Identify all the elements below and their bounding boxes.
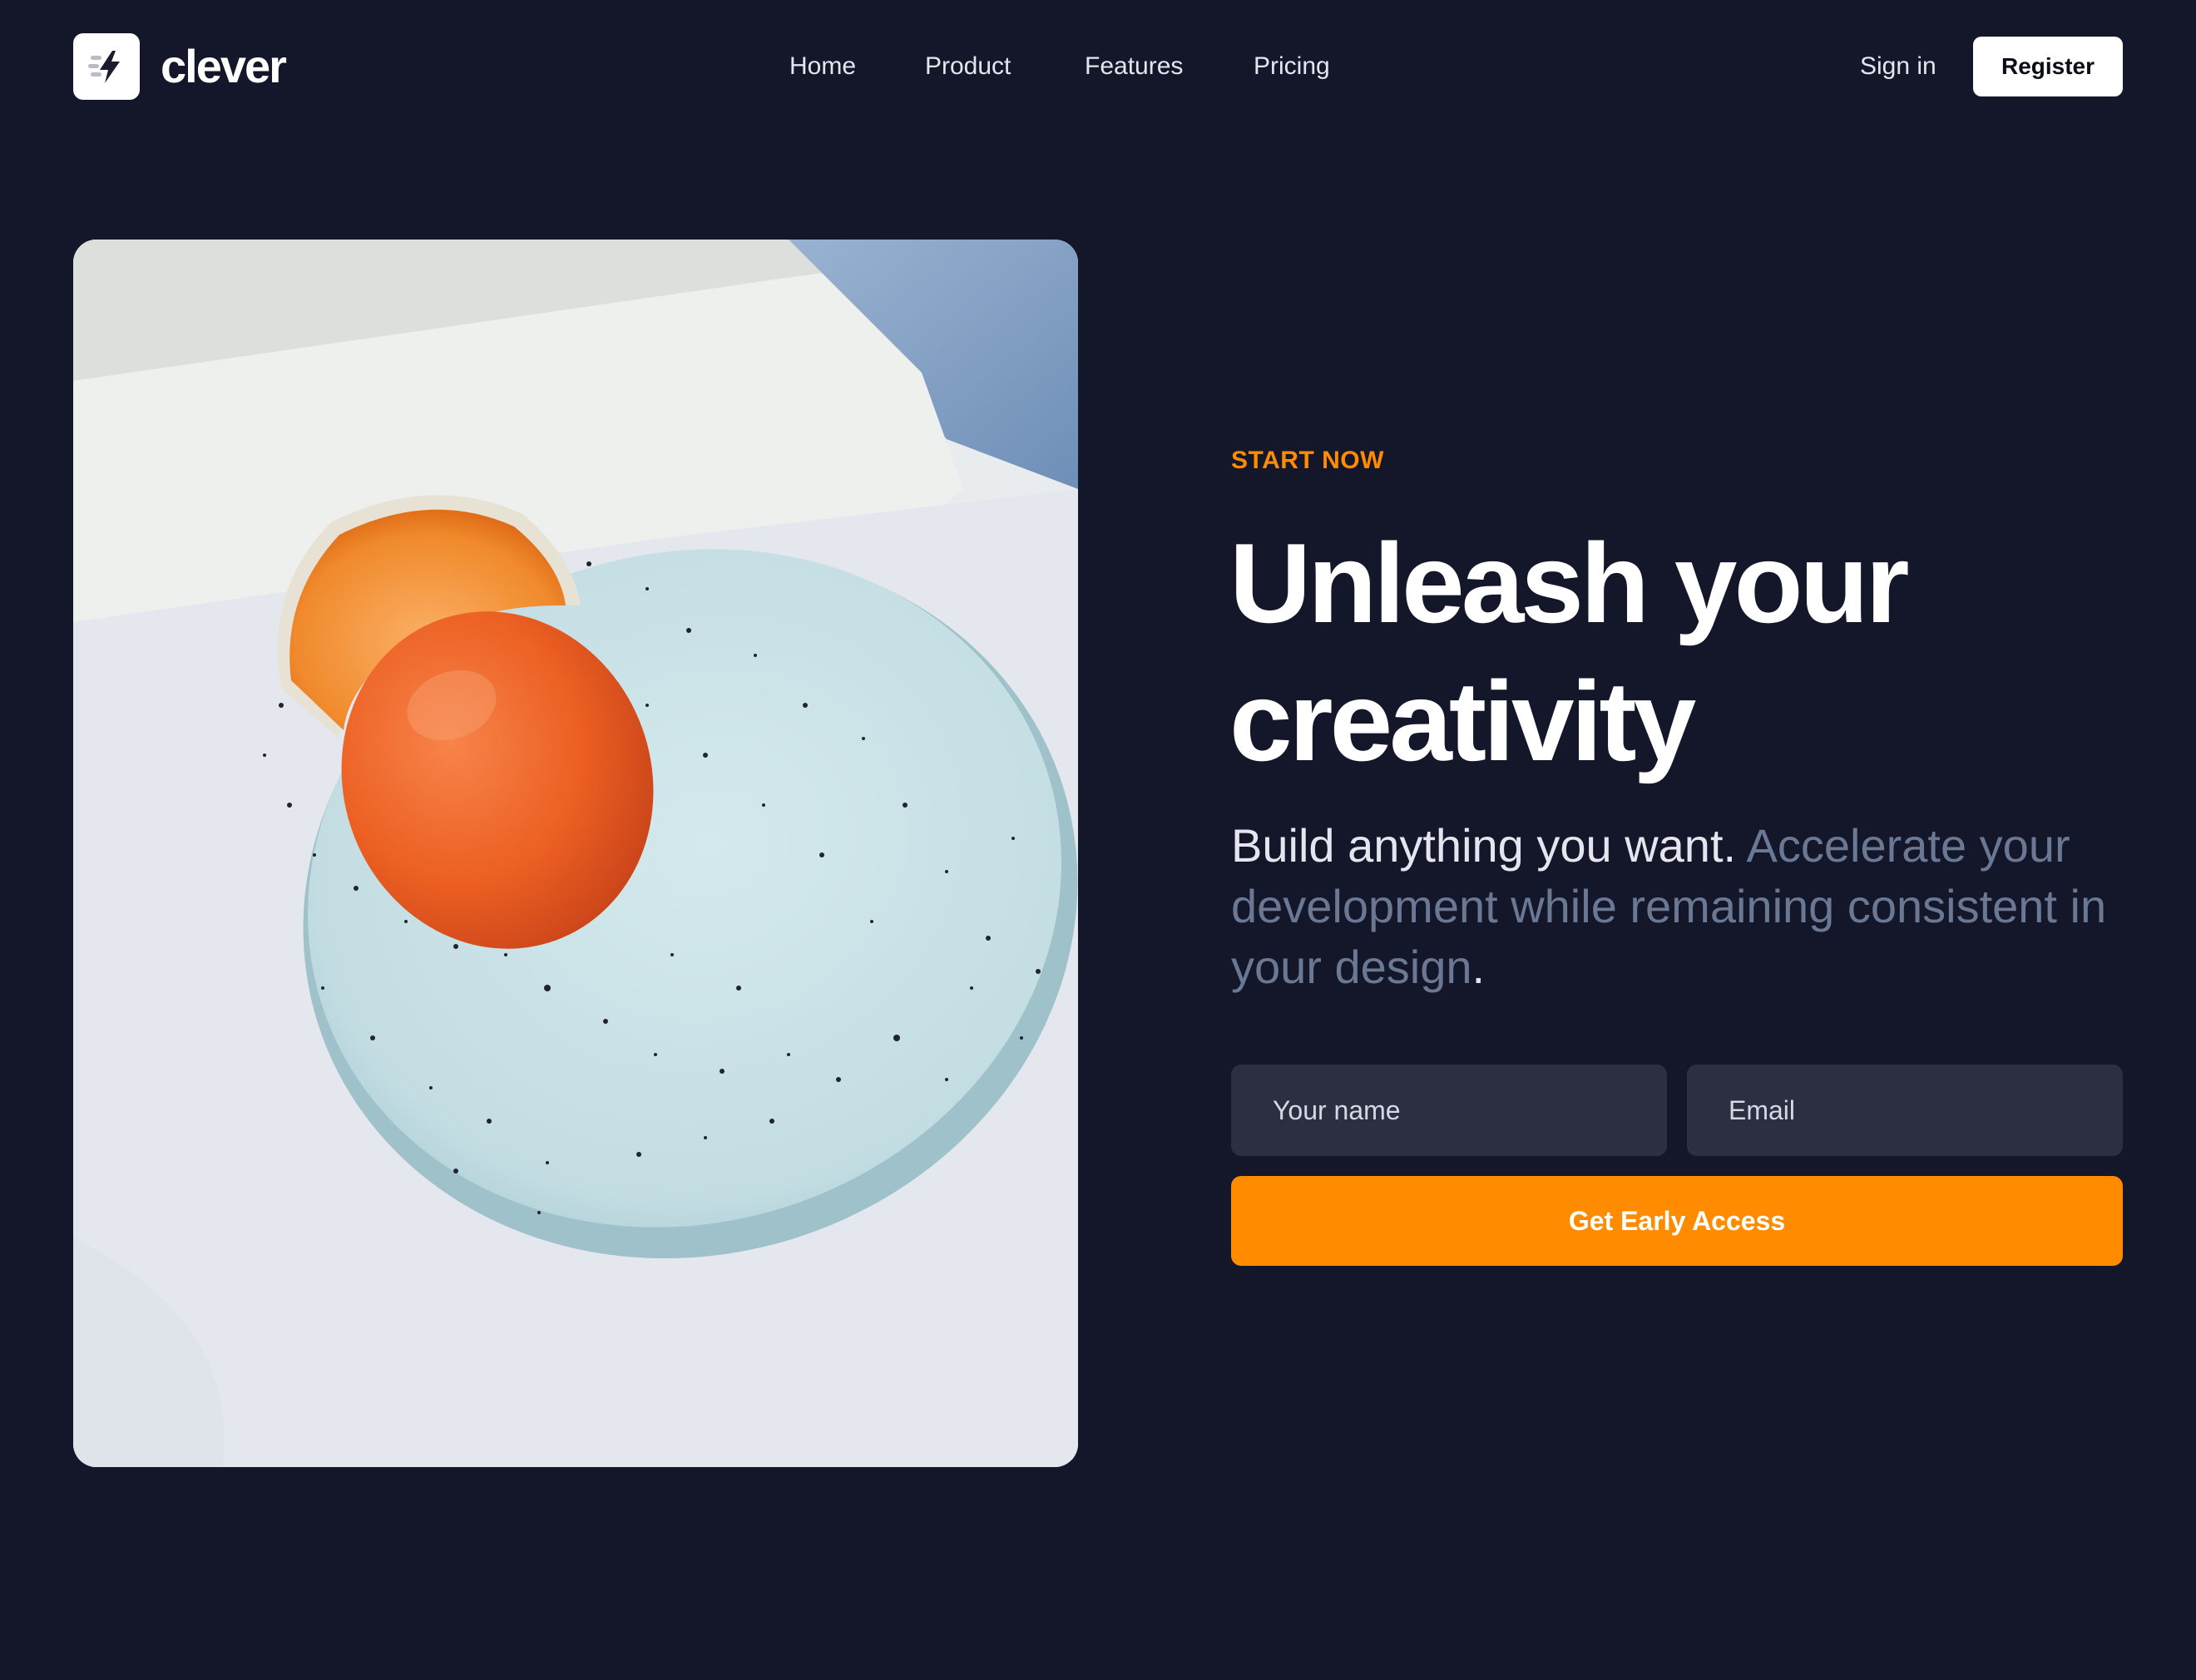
register-button[interactable]: Register xyxy=(1973,37,2123,96)
nav-item-home[interactable]: Home xyxy=(789,47,856,86)
hero-headline: Unleash your creativity xyxy=(1229,514,2144,790)
brand-name[interactable]: clever xyxy=(161,37,287,96)
get-early-access-button[interactable]: Get Early Access xyxy=(1231,1176,2123,1266)
nav-item-product[interactable]: Product xyxy=(925,47,1011,86)
email-input[interactable] xyxy=(1687,1065,2123,1156)
headline-line-2: creativity xyxy=(1229,658,1696,784)
subhead-strong-text: Build anything you want. xyxy=(1231,819,1737,872)
nav-item-pricing[interactable]: Pricing xyxy=(1254,47,1330,86)
hero-subheading: Build anything you want. Accelerate your… xyxy=(1231,815,2146,997)
hero-image xyxy=(73,240,1078,1467)
hero-photo xyxy=(73,240,1078,1467)
sign-in-link[interactable]: Sign in xyxy=(1860,47,1936,86)
eyebrow-label: START NOW xyxy=(1231,447,1384,474)
name-input[interactable] xyxy=(1231,1065,1667,1156)
lightning-bolt-icon xyxy=(88,51,120,83)
nav-item-features[interactable]: Features xyxy=(1085,47,1183,86)
headline-line-1: Unleash your xyxy=(1229,520,1910,646)
landing-page: clever Home Product Features Pricing Sig… xyxy=(0,0,2196,1680)
subhead-period: . xyxy=(1471,941,1486,993)
logo-link[interactable] xyxy=(73,33,140,100)
